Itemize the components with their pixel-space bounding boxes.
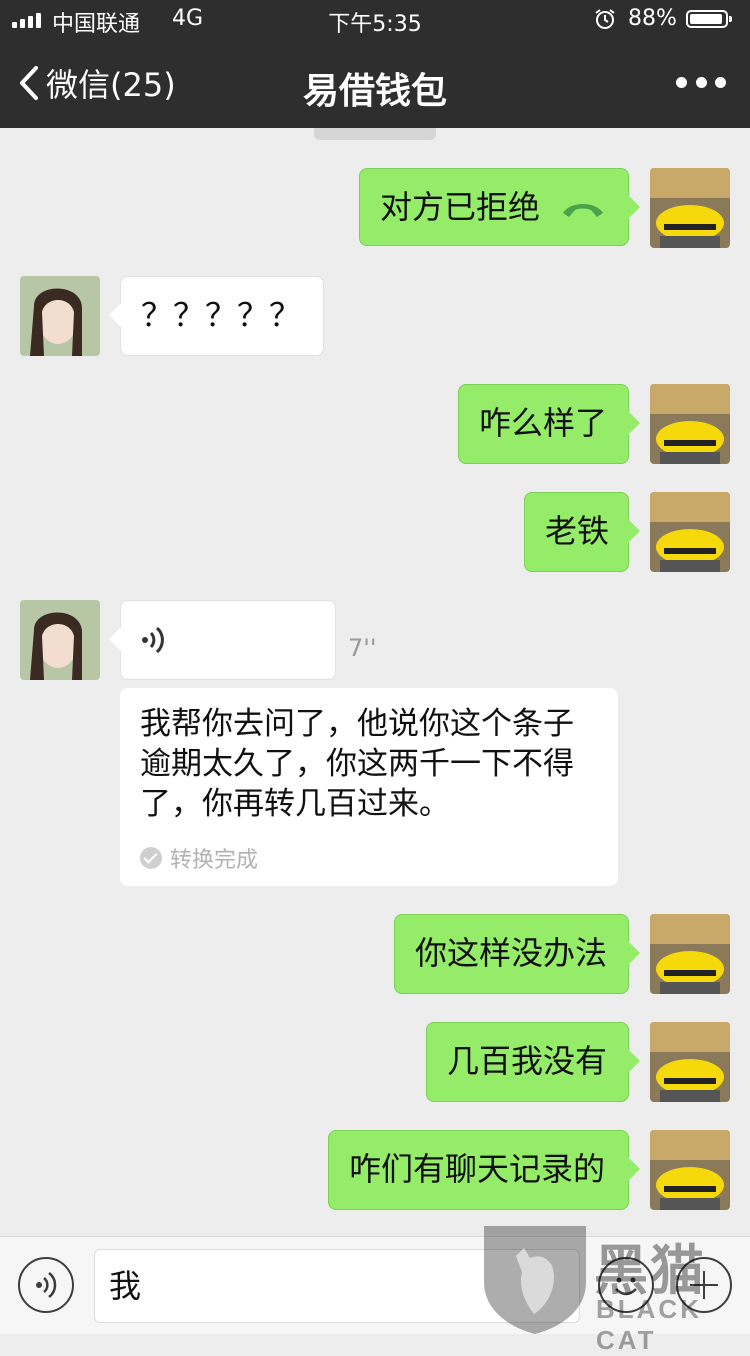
battery-percent: 88% <box>628 6 677 31</box>
message-text: 你这样没办法 <box>415 934 608 972</box>
message-bubble-received[interactable]: ？？？？？ <box>109 276 324 356</box>
avatar-contact[interactable] <box>20 600 100 680</box>
message-bubble-sent[interactable]: 咋么样了 <box>458 384 640 464</box>
app-header: 中国联通 4G 下午5:35 88% 微信(25) 易借钱包 <box>0 0 750 128</box>
check-icon <box>140 847 162 869</box>
message-text: 几百我没有 <box>447 1042 608 1080</box>
timestamp-peek <box>314 128 436 140</box>
message-text: 老铁 <box>545 512 610 550</box>
message-bubble-sent[interactable]: 你这样没办法 <box>394 914 640 994</box>
more-button[interactable] <box>676 74 726 90</box>
chat-title: 易借钱包 <box>302 71 447 112</box>
transcript-status: 转换完成 <box>140 842 258 874</box>
avatar-self[interactable] <box>650 384 730 464</box>
nav-bar: 微信(25) 易借钱包 <box>0 40 750 128</box>
message-bubble-sent[interactable]: 咋们有聊天记录的 <box>328 1130 640 1210</box>
avatar-self[interactable] <box>650 492 730 572</box>
voice-duration: 7'' <box>348 634 377 662</box>
message-text: 咋么样了 <box>479 404 608 442</box>
avatar-self[interactable] <box>650 1022 730 1102</box>
voice-transcript: 我帮你去问了，他说你这个条子逾期太久了，你这两千一下不得了，你再转几百过来。 转… <box>120 688 618 886</box>
transcript-text: 我帮你去问了，他说你这个条子逾期太久了，你这两千一下不得了，你再转几百过来。 <box>140 706 574 822</box>
avatar-contact[interactable] <box>20 276 100 356</box>
alarm-icon <box>595 9 615 29</box>
voice-icon <box>36 1272 57 1298</box>
status-bar: 中国联通 4G 下午5:35 88% <box>0 0 750 40</box>
message-text: 对方已拒绝 <box>380 188 541 226</box>
message-text: ？？？？？ <box>141 296 302 334</box>
voice-button[interactable] <box>18 1257 74 1313</box>
voice-message-bubble[interactable] <box>109 600 336 680</box>
avatar-self[interactable] <box>650 914 730 994</box>
battery-icon <box>686 10 732 28</box>
voice-wave-icon <box>142 626 164 654</box>
phone-hangup-icon <box>563 204 603 217</box>
avatar-self[interactable] <box>650 168 730 248</box>
watermark-subtext: BLACK CAT <box>596 1294 702 1355</box>
message-bubble-sent[interactable]: 对方已拒绝 <box>359 168 640 246</box>
more-icon <box>676 76 687 88</box>
message-bubble-sent[interactable]: 老铁 <box>524 492 640 572</box>
message-bubble-sent[interactable]: 几百我没有 <box>426 1022 640 1102</box>
avatar-self[interactable] <box>650 1130 730 1210</box>
transcript-status-label: 转换完成 <box>170 848 259 873</box>
message-text: 咋们有聊天记录的 <box>349 1150 606 1188</box>
